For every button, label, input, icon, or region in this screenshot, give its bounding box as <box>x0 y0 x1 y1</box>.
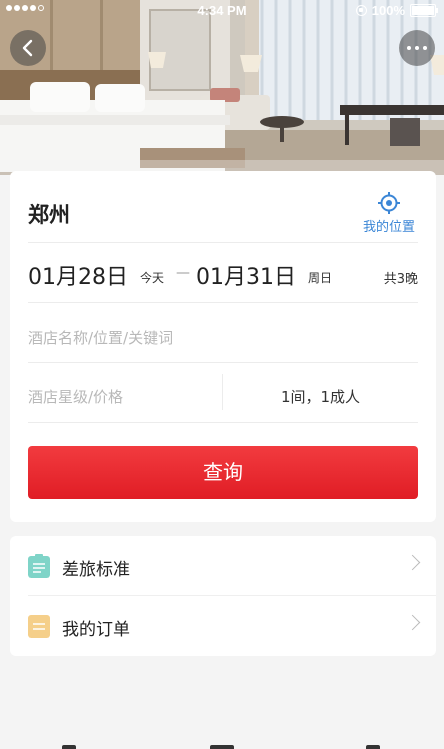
my-location-button[interactable]: 我的位置 <box>359 191 419 235</box>
tab-bar-icon-edge <box>62 745 76 749</box>
document-icon <box>28 554 50 578</box>
menu-item-label: 我的订单 <box>62 620 130 640</box>
search-button[interactable]: 查询 <box>28 446 418 499</box>
menu-item-travel-policy[interactable]: 差旅标准 <box>10 536 436 596</box>
chevron-left-icon <box>22 39 33 57</box>
checkin-day: 今天 <box>140 271 165 285</box>
more-button[interactable] <box>399 30 435 66</box>
location-target-icon <box>378 192 400 214</box>
checkin-date: 01月28日 <box>28 265 128 290</box>
divider <box>28 242 418 243</box>
order-icon <box>28 615 50 638</box>
checkout-date: 01月31日 <box>196 265 296 290</box>
menu-card: 差旅标准 我的订单 <box>10 536 436 656</box>
date-separator: — <box>176 265 190 281</box>
tab-bar-icon-edge <box>366 745 380 749</box>
battery-icon <box>410 4 438 17</box>
city-selector[interactable]: 郑州 <box>28 199 70 229</box>
chevron-right-icon <box>404 554 421 571</box>
hotel-search-card: 郑州 我的位置 01月28日 今天 — 01月31日 周日 共3晚 酒店名称/位… <box>10 171 436 522</box>
nights-count: 共3晚 <box>383 272 418 287</box>
back-button[interactable] <box>10 30 46 66</box>
divider <box>28 362 418 363</box>
hero-image <box>0 0 444 175</box>
battery-percent: 100% <box>371 3 405 18</box>
menu-item-label: 差旅标准 <box>62 560 130 580</box>
hotel-room-illustration <box>0 0 444 175</box>
divider <box>28 302 418 303</box>
chevron-right-icon <box>404 614 421 631</box>
my-location-label: 我的位置 <box>362 220 415 235</box>
rooms-guests-selector[interactable]: 1间，1成人 <box>223 386 418 407</box>
more-dots-icon <box>407 46 411 50</box>
star-price-filter[interactable]: 酒店星级/价格 <box>28 386 123 407</box>
menu-item-my-orders[interactable]: 我的订单 <box>10 596 436 656</box>
checkout-day: 周日 <box>308 271 333 285</box>
tab-bar-icon-edge <box>210 745 234 749</box>
divider <box>28 422 418 423</box>
status-bar: 4:34 PM 100% <box>0 0 444 22</box>
keyword-search-input[interactable]: 酒店名称/位置/关键词 <box>28 327 173 348</box>
rotation-lock-icon <box>355 5 367 16</box>
date-selector[interactable]: 01月28日 今天 — 01月31日 周日 共3晚 <box>28 259 418 290</box>
